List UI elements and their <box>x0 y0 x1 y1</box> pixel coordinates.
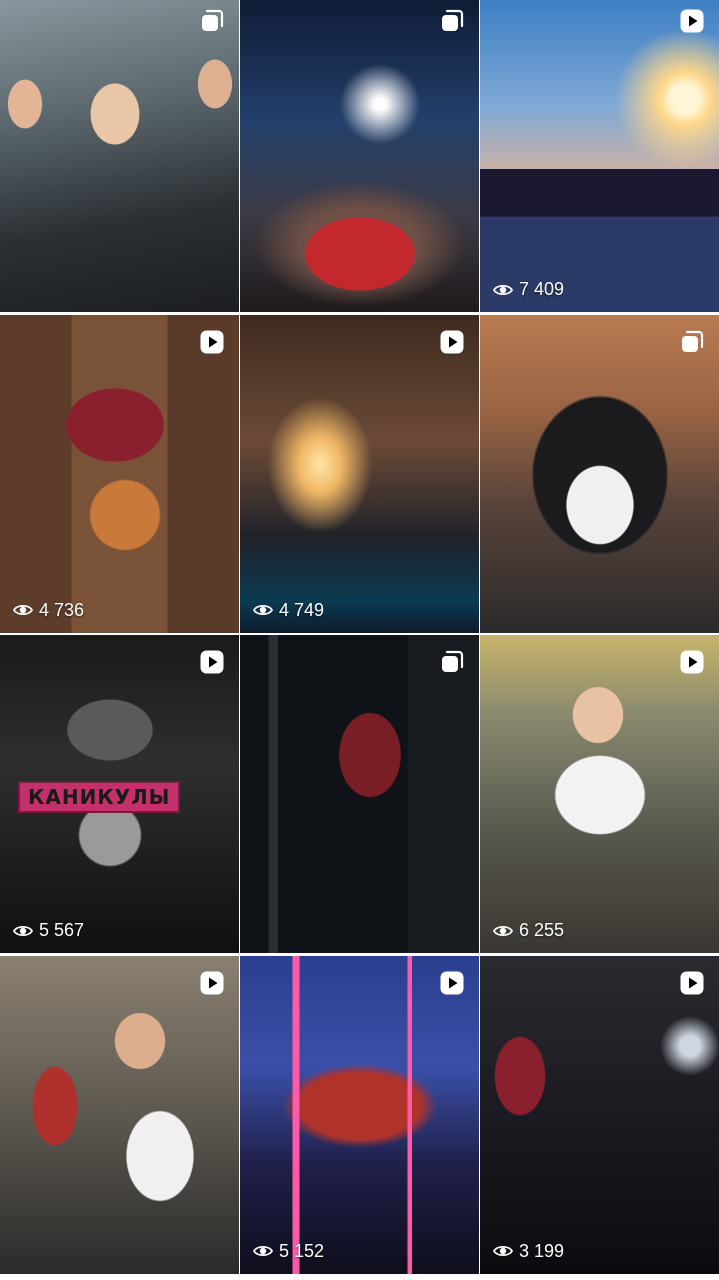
post-tile[interactable]: 4 749 <box>240 314 479 633</box>
reel-play-icon <box>679 970 705 996</box>
view-count-value: 4 736 <box>39 599 85 620</box>
reel-play-icon <box>199 970 225 996</box>
post-tile[interactable]: 7 409 <box>480 0 719 312</box>
post-tile[interactable] <box>480 314 719 633</box>
post-tile[interactable]: 6 255 <box>480 635 719 953</box>
post-thumbnail <box>0 0 239 312</box>
reel-play-icon <box>439 970 465 996</box>
post-tile[interactable] <box>240 0 479 312</box>
post-tile[interactable] <box>0 0 239 312</box>
post-tile[interactable]: 4 736 <box>0 314 239 633</box>
view-count-value: 5 152 <box>279 1240 325 1261</box>
view-count: 5 567 <box>13 920 84 941</box>
post-thumbnail <box>240 314 479 633</box>
post-tile[interactable]: 3 199 <box>480 955 719 1274</box>
post-tile[interactable]: 5 152 <box>240 955 479 1274</box>
carousel-icon <box>439 649 465 675</box>
view-count: 5 152 <box>253 1241 324 1262</box>
carousel-icon <box>199 8 225 34</box>
reel-play-icon <box>439 329 465 355</box>
view-count: 4 749 <box>253 600 324 621</box>
post-thumbnail <box>0 955 239 1274</box>
view-count: 3 199 <box>493 1241 564 1262</box>
post-thumbnail <box>480 0 719 312</box>
eye-views-icon <box>493 1243 513 1259</box>
post-thumbnail <box>480 635 719 953</box>
post-thumbnail <box>240 635 479 953</box>
post-thumbnail <box>480 955 719 1274</box>
view-count-value: 6 255 <box>519 920 565 940</box>
post-tile[interactable]: КАНИКУЛЫ 5 567 <box>0 635 239 953</box>
eye-views-icon <box>253 1243 273 1259</box>
post-thumbnail <box>240 955 479 1274</box>
post-thumbnail <box>0 314 239 633</box>
view-count: 4 736 <box>13 600 84 621</box>
view-count-value: 3 199 <box>519 1240 565 1261</box>
post-thumbnail <box>480 314 719 633</box>
eye-views-icon <box>493 923 513 939</box>
carousel-icon <box>439 8 465 34</box>
eye-views-icon <box>253 602 273 618</box>
view-count: 6 255 <box>493 920 564 941</box>
reel-play-icon <box>679 649 705 675</box>
thumbnail-banner-text: КАНИКУЛЫ <box>18 781 181 813</box>
view-count: 7 409 <box>493 279 564 300</box>
post-tile[interactable] <box>240 635 479 953</box>
eye-views-icon <box>13 602 33 618</box>
view-count-value: 5 567 <box>39 920 85 940</box>
reel-play-icon <box>679 8 705 34</box>
reel-play-icon <box>199 329 225 355</box>
post-tile[interactable] <box>0 955 239 1274</box>
carousel-icon <box>679 329 705 355</box>
eye-views-icon <box>13 923 33 939</box>
posts-grid: 7 409 4 736 4 749 КАНИКУЛЫ 5 567 6 255 5 152 3 … <box>0 0 719 1274</box>
reel-play-icon <box>199 649 225 675</box>
post-thumbnail <box>240 0 479 312</box>
eye-views-icon <box>493 282 513 298</box>
view-count-value: 4 749 <box>279 599 325 620</box>
view-count-value: 7 409 <box>519 279 565 299</box>
